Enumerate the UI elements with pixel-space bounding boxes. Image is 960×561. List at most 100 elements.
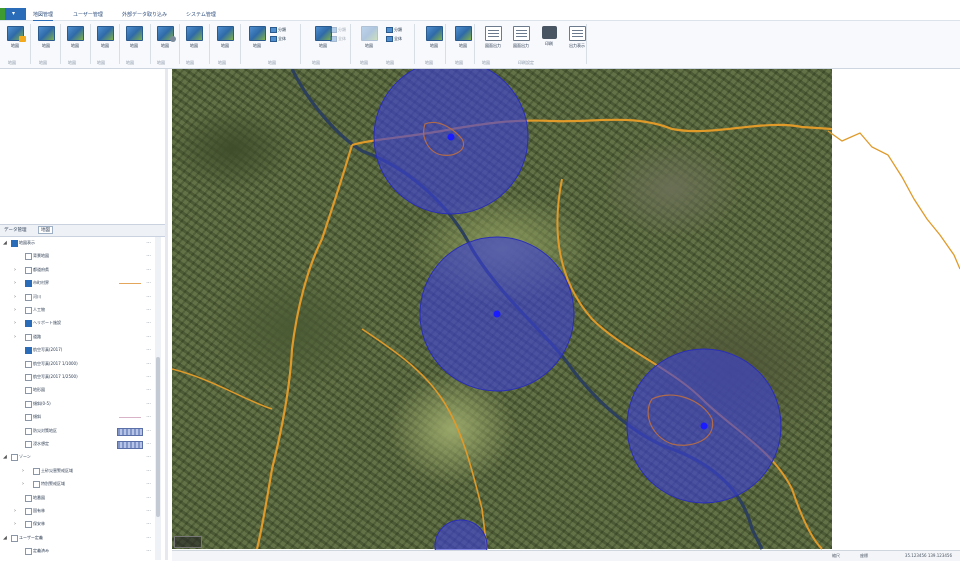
more-options-icon[interactable]: ···: [146, 304, 151, 316]
layer-tree-row[interactable]: 航空写真(2017 1/1000) ···: [0, 358, 155, 370]
layer-visibility-checkbox[interactable]: [25, 320, 32, 328]
layer-visibility-checkbox[interactable]: [11, 240, 18, 247]
more-options-icon[interactable]: ···: [146, 358, 151, 370]
layer-visibility-checkbox[interactable]: [25, 427, 32, 435]
ribbon-toggle-b[interactable]: 全体: [330, 34, 352, 43]
ribbon-map-button-11[interactable]: 地図: [358, 24, 380, 54]
ribbon-map-button-5[interactable]: 地図: [123, 24, 145, 54]
layer-visibility-checkbox[interactable]: [25, 253, 32, 261]
layer-visibility-checkbox[interactable]: [11, 454, 18, 462]
layer-tree-row[interactable]: › 特別警戒区域 ···: [0, 478, 155, 490]
layer-visibility-checkbox[interactable]: [11, 534, 18, 542]
layer-visibility-checkbox[interactable]: [25, 521, 32, 529]
layer-visibility-checkbox[interactable]: [25, 414, 32, 422]
ribbon-map-button-9[interactable]: 地図: [246, 24, 268, 54]
ribbon-map-button-1[interactable]: 地図: [4, 24, 26, 54]
expand-triangle-icon[interactable]: ◢: [3, 237, 7, 249]
chevron-right-icon[interactable]: ›: [14, 505, 16, 517]
more-options-icon[interactable]: ···: [146, 478, 151, 490]
more-options-icon[interactable]: ···: [146, 317, 151, 329]
chevron-right-icon[interactable]: ›: [14, 317, 16, 329]
layer-tree-row[interactable]: 傾斜(0-5) ···: [0, 398, 155, 410]
ribbon-map-button-2[interactable]: 地図: [35, 24, 57, 54]
export-button-4[interactable]: 出力表示: [566, 24, 588, 54]
chevron-right-icon[interactable]: ›: [14, 304, 16, 316]
layer-visibility-checkbox[interactable]: [25, 548, 32, 556]
more-options-icon[interactable]: ···: [146, 384, 151, 396]
map-view[interactable]: [172, 69, 960, 560]
more-options-icon[interactable]: ···: [146, 371, 151, 383]
layer-tree-row[interactable]: › 国有林 ···: [0, 505, 155, 517]
ribbon-toggle-a[interactable]: 分類: [270, 25, 292, 34]
layer-tree-row[interactable]: › 河川 ···: [0, 291, 155, 303]
layer-tree-row[interactable]: › 道路 ···: [0, 331, 155, 343]
tab-system-management[interactable]: システム管理: [186, 10, 216, 20]
layer-tree-row[interactable]: 航空写真(2017) ···: [0, 344, 155, 356]
layer-tree-row[interactable]: ◢ ユーザー定義 ···: [0, 532, 155, 544]
ribbon-map-button-12[interactable]: 地図: [423, 24, 445, 54]
more-options-icon[interactable]: ···: [146, 492, 151, 504]
ribbon-toggle-b[interactable]: 全体: [270, 34, 292, 43]
ribbon-toggle-a[interactable]: 分類: [330, 25, 352, 34]
layer-tree-row[interactable]: › 都道府県 ···: [0, 264, 155, 276]
ribbon-map-button-13[interactable]: 地図: [452, 24, 474, 54]
more-options-icon[interactable]: ···: [146, 237, 151, 249]
layer-tree-row[interactable]: 背景地図 ···: [0, 250, 155, 262]
more-options-icon[interactable]: ···: [146, 277, 151, 289]
layer-visibility-checkbox[interactable]: [33, 467, 40, 475]
layer-visibility-checkbox[interactable]: [25, 347, 32, 355]
layer-visibility-checkbox[interactable]: [25, 360, 32, 368]
expand-triangle-icon[interactable]: ◢: [3, 532, 7, 544]
layer-visibility-checkbox[interactable]: [25, 508, 32, 515]
chevron-right-icon[interactable]: ›: [22, 465, 24, 477]
tab-map-management[interactable]: 地図管理: [33, 10, 54, 21]
file-menu-button[interactable]: ▾: [0, 8, 26, 20]
layer-tree-row[interactable]: 地番図 ···: [0, 492, 155, 504]
layer-visibility-checkbox[interactable]: [25, 307, 32, 314]
layer-tree-row[interactable]: 航空写真(2017 1/2500) ···: [0, 371, 155, 383]
layer-tree-row[interactable]: ◢ 地図表示 ···: [0, 237, 155, 249]
chevron-right-icon[interactable]: ›: [14, 518, 16, 530]
layer-tree-row[interactable]: 浸水想定 ···: [0, 438, 155, 450]
more-options-icon[interactable]: ···: [146, 545, 151, 557]
chevron-right-icon[interactable]: ›: [14, 264, 16, 276]
more-options-icon[interactable]: ···: [146, 398, 151, 410]
layer-tree-row[interactable]: › 市町村界 ···: [0, 277, 155, 289]
tab-external-data-import[interactable]: 外部データ取り込み: [122, 10, 167, 20]
chevron-right-icon[interactable]: ›: [14, 331, 16, 343]
layer-tree-row[interactable]: 定義済み ···: [0, 545, 155, 557]
more-options-icon[interactable]: ···: [146, 264, 151, 276]
more-options-icon[interactable]: ···: [146, 344, 151, 356]
ribbon-map-button-6[interactable]: 地図: [154, 24, 176, 54]
layer-visibility-checkbox[interactable]: [25, 280, 32, 288]
chevron-right-icon[interactable]: ›: [22, 478, 24, 490]
chevron-right-icon[interactable]: ›: [14, 277, 16, 289]
layer-visibility-checkbox[interactable]: [25, 266, 32, 274]
ribbon-toggle-b[interactable]: 全体: [386, 34, 408, 43]
more-options-icon[interactable]: ···: [146, 425, 151, 437]
layer-visibility-checkbox[interactable]: [33, 481, 40, 489]
more-options-icon[interactable]: ···: [146, 532, 151, 544]
tab-data-management[interactable]: データ管理: [4, 227, 27, 233]
tab-user-management[interactable]: ユーザー管理: [73, 10, 103, 20]
more-options-icon[interactable]: ···: [146, 250, 151, 262]
export-button-2[interactable]: 図面出力: [510, 24, 532, 54]
layer-tree-row[interactable]: ◢ ゾーン ···: [0, 451, 155, 463]
layer-visibility-checkbox[interactable]: [25, 333, 32, 341]
ribbon-map-button-4[interactable]: 地図: [94, 24, 116, 54]
layer-visibility-checkbox[interactable]: [25, 374, 32, 381]
more-options-icon[interactable]: ···: [146, 411, 151, 423]
ribbon-toggle-a[interactable]: 分類: [386, 25, 408, 34]
layer-visibility-checkbox[interactable]: [25, 441, 32, 448]
expand-triangle-icon[interactable]: ◢: [3, 451, 7, 463]
layer-tree-row[interactable]: 防災対策地区 ···: [0, 425, 155, 437]
more-options-icon[interactable]: ···: [146, 451, 151, 463]
more-options-icon[interactable]: ···: [146, 505, 151, 517]
ribbon-map-button-3[interactable]: 地図: [64, 24, 86, 54]
ribbon-map-button-7[interactable]: 地図: [183, 24, 205, 54]
export-button-1[interactable]: 図面出力: [482, 24, 504, 54]
layer-tree-row[interactable]: › 土砂災害警戒区域 ···: [0, 465, 155, 477]
more-options-icon[interactable]: ···: [146, 438, 151, 450]
layer-tree-row[interactable]: › ヘリポート施設 ···: [0, 317, 155, 329]
ribbon-map-button-8[interactable]: 地図: [214, 24, 236, 54]
